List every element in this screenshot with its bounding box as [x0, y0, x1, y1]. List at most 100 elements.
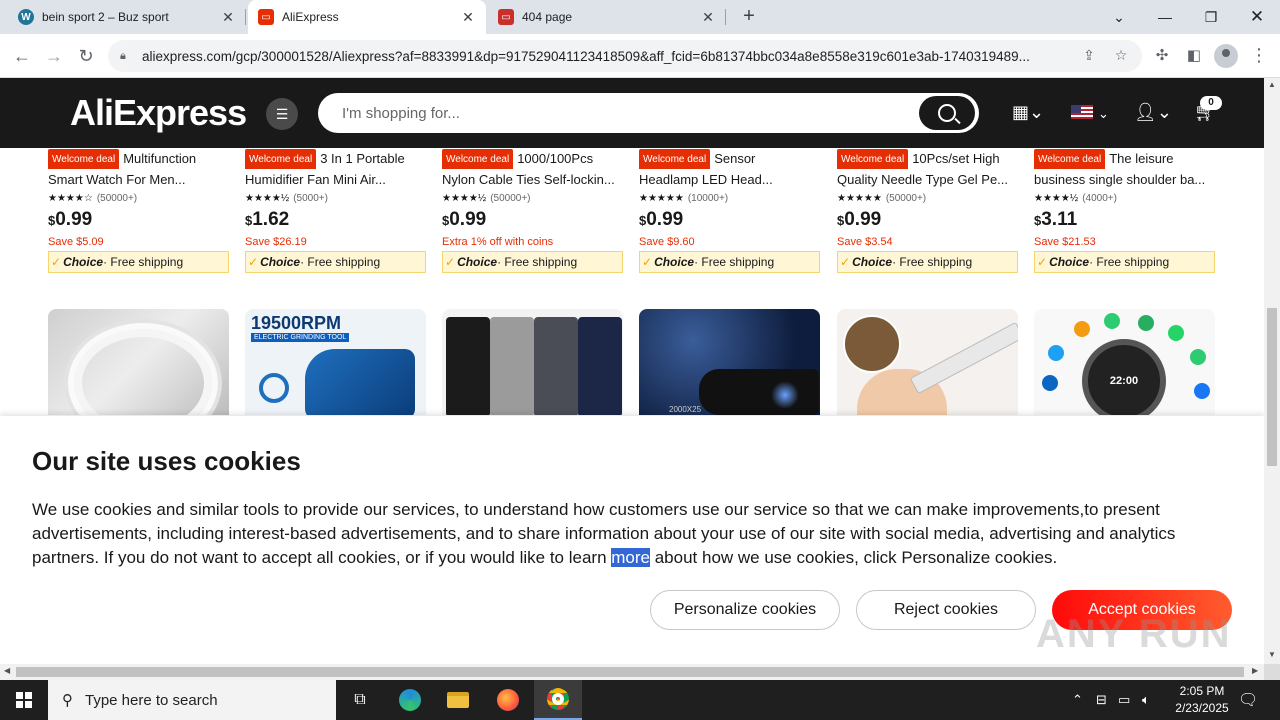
twitter-icon — [1048, 345, 1064, 361]
reject-cookies-button[interactable]: Reject cookies — [856, 590, 1036, 630]
forward-arrow-icon[interactable]: → — [42, 44, 66, 68]
product-card[interactable]: Welcome deal 1000/100Pcs Nylon Cable Ties… — [442, 149, 623, 273]
star-rating-icon: ★★★★½ — [1034, 193, 1079, 204]
scroll-right-arrow-icon[interactable]: ▶ — [1252, 666, 1258, 675]
pants-navy — [578, 317, 622, 415]
choice-label: Choice — [260, 255, 301, 269]
check-icon: ✓ — [248, 255, 259, 269]
scroll-up-arrow-icon[interactable]: ▲ — [1268, 80, 1276, 89]
bookmark-star-icon[interactable]: ☆ — [1112, 47, 1130, 65]
product-image-monocular[interactable]: 2000X25 — [639, 309, 820, 415]
product-image-grinder[interactable]: 19500RPM ELECTRIC GRINDING TOOL — [245, 309, 426, 415]
taskbar-search-box[interactable]: ⚲ Type here to search — [48, 680, 336, 720]
product-title-line2[interactable]: Headlamp LED Head... — [639, 169, 820, 191]
share-icon[interactable]: ⇪ — [1080, 47, 1098, 65]
more-options-icon[interactable]: ⋮ — [1250, 46, 1268, 64]
close-icon[interactable]: ✕ — [220, 9, 236, 25]
search-button[interactable] — [919, 96, 975, 130]
product-card[interactable]: Welcome deal Multifunction Smart Watch Fo… — [48, 149, 229, 273]
product-title-line2[interactable]: Humidifier Fan Mini Air... — [245, 169, 426, 191]
firefox-icon[interactable] — [484, 680, 532, 720]
product-title-part1: 1000/100Pcs — [517, 151, 594, 166]
restore-icon[interactable]: ❐ — [1188, 0, 1234, 34]
cookie-banner: Our site uses cookies We use cookies and… — [0, 416, 1264, 664]
star-rating-icon: ★★★★☆ — [48, 193, 93, 204]
product-image-smartwatch[interactable]: 22:00 — [1034, 309, 1215, 415]
network-icon[interactable]: ▭ — [1118, 680, 1130, 720]
product-image-usb-cable[interactable] — [48, 309, 229, 415]
learn-more-link[interactable]: more — [611, 548, 650, 567]
product-title-line1: Welcome deal Sensor — [639, 149, 820, 169]
start-button[interactable] — [0, 680, 48, 720]
product-title-line2[interactable]: Nylon Cable Ties Self-lockin... — [442, 169, 623, 191]
tab-aliexpress[interactable]: ▭ AliExpress ✕ — [248, 0, 486, 34]
scroll-down-arrow-icon[interactable]: ▼ — [1268, 650, 1276, 659]
horizontal-scrollbar[interactable]: ◀ ▶ — [0, 664, 1264, 680]
star-rating-icon: ★★★★★ — [837, 193, 882, 204]
product-title-line1: Welcome deal 10Pcs/set High — [837, 149, 1018, 169]
product-card[interactable]: Welcome deal 10Pcs/set High Quality Needl… — [837, 149, 1018, 273]
file-explorer-icon[interactable] — [434, 680, 482, 720]
extensions-puzzle-icon[interactable]: ✣ — [1152, 46, 1172, 66]
reload-icon[interactable]: ↻ — [74, 44, 98, 68]
grinder-sub-text: ELECTRIC GRINDING TOOL — [251, 333, 350, 342]
product-title-line2[interactable]: business single shoulder ba... — [1034, 169, 1215, 191]
system-clock[interactable]: 2:05 PM 2/23/2025 — [1164, 683, 1240, 717]
account-user-icon[interactable]: 👤︎⌄ — [1134, 102, 1172, 123]
choice-label: Choice — [852, 255, 893, 269]
close-window-icon[interactable]: ✕ — [1234, 0, 1280, 34]
url-text[interactable]: aliexpress.com/gcp/300001528/Aliexpress?… — [142, 49, 1062, 64]
tab-search-chevron-icon[interactable]: ⌄ — [1096, 0, 1142, 34]
browser-toolbar: ← → ↻ 🔒︎ aliexpress.com/gcp/300001528/Al… — [0, 34, 1280, 78]
tab-bein-sport[interactable]: W bein sport 2 – Buz sport ✕ — [8, 0, 246, 34]
lock-icon[interactable]: 🔒︎ — [120, 50, 134, 63]
hamburger-menu-icon[interactable]: ☰ — [266, 98, 298, 130]
chrome-icon[interactable] — [534, 680, 582, 720]
vertical-scrollbar[interactable]: ▲ ▼ — [1264, 78, 1280, 664]
search-input[interactable]: I'm shopping for... — [318, 93, 979, 133]
review-count: (50000+) — [490, 193, 531, 204]
profile-avatar-icon[interactable] — [1214, 44, 1238, 68]
review-count: (50000+) — [96, 193, 138, 204]
qr-code-icon[interactable]: ▦⌄ — [1012, 102, 1044, 123]
product-title-part1: Sensor — [714, 151, 756, 166]
horizontal-scroll-thumb[interactable] — [16, 667, 1244, 677]
notifications-icon[interactable]: 🗨︎ — [1238, 680, 1258, 720]
product-title-line2[interactable]: Quality Needle Type Gel Pe... — [837, 169, 1018, 191]
product-title-part1: The leisure — [1109, 151, 1174, 166]
tray-chevron-up-icon[interactable]: ⌃ — [1072, 680, 1083, 720]
aliexpress-logo[interactable]: AliExpress — [70, 92, 247, 134]
led-bar-shape — [909, 321, 1018, 395]
close-icon[interactable]: ✕ — [700, 9, 716, 25]
back-arrow-icon[interactable]: ← — [10, 44, 34, 68]
network-drive-icon[interactable]: ⊟ — [1096, 680, 1107, 720]
personalize-cookies-button[interactable]: Personalize cookies — [650, 590, 840, 630]
product-card[interactable]: Welcome deal The leisure business single … — [1034, 149, 1215, 273]
monocular-text: 2000X25 — [669, 405, 702, 414]
us-flag-icon[interactable] — [1071, 105, 1093, 119]
product-image-pants[interactable] — [442, 309, 623, 415]
chevron-down-icon[interactable]: ⌄ — [1098, 106, 1109, 122]
product-card[interactable]: Welcome deal 3 In 1 Portable Humidifier F… — [245, 149, 426, 273]
product-card[interactable]: Welcome deal Sensor Headlamp LED Head... … — [639, 149, 820, 273]
cookie-title: Our site uses cookies — [32, 446, 301, 476]
check-icon: ✓ — [445, 255, 456, 269]
close-icon[interactable]: ✕ — [460, 9, 476, 25]
side-panel-icon[interactable]: ◧ — [1184, 46, 1204, 66]
new-tab-button[interactable]: + — [738, 6, 760, 28]
volume-icon[interactable]: 🔈︎ — [1142, 680, 1150, 720]
welcome-deal-badge: Welcome deal — [245, 149, 317, 169]
product-title-line2[interactable]: Smart Watch For Men... — [48, 169, 229, 191]
page-viewport: AliExpress ☰ I'm shopping for... ▦⌄ ⌄ 👤︎… — [0, 78, 1264, 664]
vertical-scroll-thumb[interactable] — [1267, 308, 1277, 466]
product-image-led-bar[interactable] — [837, 309, 1018, 415]
tab-404-page[interactable]: ▭ 404 page ✕ — [488, 0, 726, 34]
address-bar[interactable]: 🔒︎ aliexpress.com/gcp/300001528/Aliexpre… — [108, 40, 1142, 72]
facebook-icon — [1194, 383, 1210, 399]
scroll-left-arrow-icon[interactable]: ◀ — [4, 666, 10, 675]
edge-icon[interactable] — [386, 680, 434, 720]
task-view-icon[interactable]: ⧉ — [336, 680, 384, 720]
grinder-rpm-text: 19500RPM — [251, 313, 342, 333]
minimize-icon[interactable]: — — [1142, 0, 1188, 34]
price-value: 0.99 — [449, 209, 487, 230]
